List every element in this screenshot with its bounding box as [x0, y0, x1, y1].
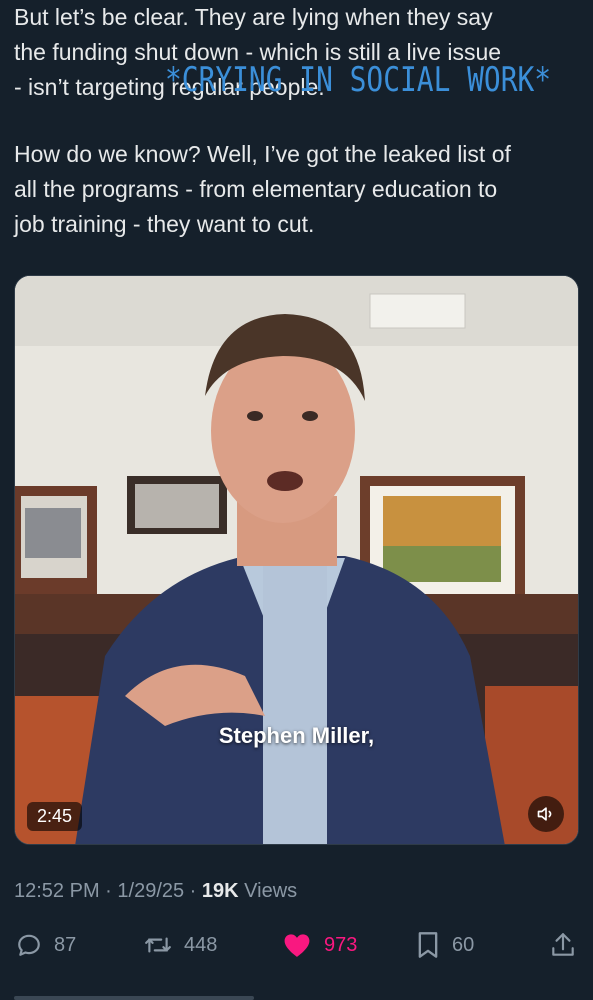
meta-separator: · — [184, 880, 202, 902]
tweet-detail-page: But let’s be clear. They are lying when … — [0, 0, 593, 1000]
tweet-meta: 12:52 PM · 1/29/25 · 19K Views — [14, 880, 297, 903]
repost-button[interactable]: 448 — [144, 925, 217, 965]
views-label: Views — [244, 880, 298, 902]
share-button[interactable] — [550, 925, 576, 965]
bookmark-count: 60 — [452, 933, 475, 956]
bookmark-button[interactable]: 60 — [416, 925, 474, 965]
tweet-line: all the programs - from elementary educa… — [14, 176, 498, 202]
mute-button[interactable] — [528, 796, 564, 832]
video-subtitle: Stephen Miller, — [218, 723, 375, 748]
bookmark-icon — [418, 932, 438, 958]
repost-count: 448 — [184, 933, 218, 956]
next-content-edge — [14, 990, 314, 1000]
reply-count: 87 — [54, 933, 77, 956]
like-count: 973 — [324, 933, 358, 956]
speaker-muted-icon — [537, 807, 552, 821]
reply-button[interactable]: 87 — [16, 925, 76, 965]
reply-icon — [18, 934, 40, 956]
repost-icon — [145, 937, 171, 953]
tweet-line: job training - they want to cut. — [14, 211, 315, 237]
video-frame — [15, 276, 578, 844]
overlay-caption: *CRYING IN SOCIAL WORK* — [165, 60, 552, 100]
duration-badge: 2:45 — [27, 802, 83, 831]
tweet-line: How do we know? Well, I’ve got the leake… — [14, 141, 511, 167]
tweet-body: But let’s be clear. They are lying when … — [14, 0, 579, 242]
views-count: 19K — [201, 880, 239, 902]
share-icon — [552, 933, 574, 956]
video-player[interactable]: Stephen Miller, 2:45 — [14, 275, 579, 845]
action-bar: 87 448 973 60 — [14, 925, 579, 965]
meta-separator: · — [99, 880, 118, 902]
like-button[interactable]: 973 — [282, 925, 357, 965]
tweet-date: 1/29/25 — [117, 880, 185, 902]
heart-filled-icon — [284, 934, 310, 957]
tweet-time: 12:52 PM — [14, 880, 100, 902]
tweet-line: But let’s be clear. They are lying when … — [14, 4, 493, 30]
